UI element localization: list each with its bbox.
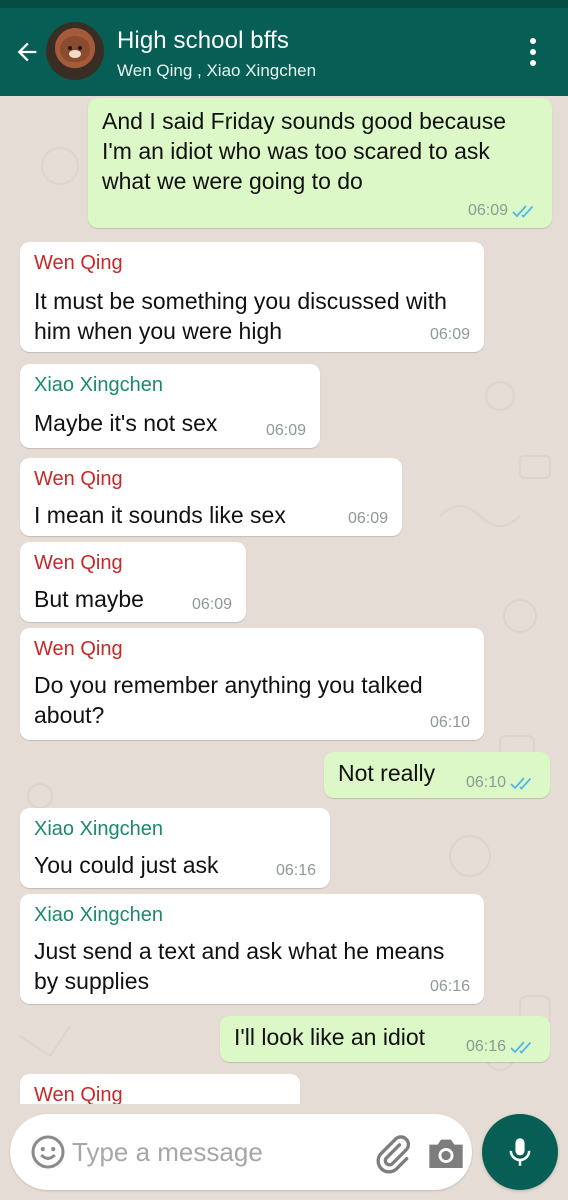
message-bubble-incoming[interactable]: Wen Qing It must be something you discus… [20, 242, 484, 352]
mic-button[interactable] [482, 1114, 558, 1190]
sender-name[interactable]: Wen Qing [34, 550, 232, 576]
chat-title[interactable]: High school bffs [117, 27, 289, 55]
sender-name[interactable]: Wen Qing [34, 1082, 286, 1104]
message-bubble-incoming[interactable]: Wen Qing I mean it sounds like sex 06:09 [20, 458, 402, 536]
message-meta: 06:09 [348, 510, 388, 528]
message-bubble-incoming[interactable]: Xiao Xingchen You could just ask 06:16 [20, 808, 330, 888]
group-avatar[interactable] [46, 22, 104, 80]
message-time: 06:09 [467, 202, 508, 219]
message-text: Just send a text and ask what he means b… [34, 938, 445, 994]
status-bar [0, 0, 568, 8]
message-bubble-outgoing[interactable]: And I said Friday sounds good because I'… [88, 98, 552, 228]
more-options-button[interactable] [518, 34, 548, 70]
chat-participants[interactable]: Wen Qing , Xiao Xingchen [117, 61, 316, 81]
message-meta: 06:09 [468, 202, 538, 220]
message-time: 06:09 [191, 596, 232, 613]
message-time: 06:09 [265, 422, 306, 439]
message-list[interactable]: And I said Friday sounds good because I'… [0, 96, 568, 1104]
message-bubble-outgoing[interactable]: I'll look like an idiot 06:16 [220, 1016, 550, 1062]
arrow-left-icon [17, 42, 37, 62]
message-bubble-outgoing[interactable]: Not really 06:10 [324, 752, 550, 798]
sender-name[interactable]: Xiao Xingchen [34, 372, 306, 398]
message-time: 06:16 [275, 862, 316, 879]
message-text: You could just ask [34, 852, 219, 878]
message-time: 06:16 [465, 1038, 506, 1055]
camera-icon[interactable] [426, 1136, 466, 1170]
sender-name[interactable]: Xiao Xingchen [34, 816, 316, 842]
back-button[interactable] [8, 32, 46, 72]
message-text: It must be something you discussed with … [34, 288, 447, 344]
message-meta: 06:09 [266, 422, 306, 440]
message-bubble-incoming[interactable]: Wen Qing But maybe 06:09 [20, 542, 246, 622]
message-time: 06:16 [429, 978, 470, 995]
read-ticks-icon [510, 1041, 532, 1054]
message-meta: 06:16 [430, 978, 470, 996]
read-ticks-icon [510, 777, 532, 790]
message-time: 06:10 [429, 714, 470, 731]
sender-name[interactable]: Wen Qing [34, 466, 388, 492]
sender-name[interactable]: Wen Qing [34, 250, 470, 276]
message-meta: 06:09 [430, 326, 470, 344]
message-meta: 06:10 [466, 774, 536, 792]
sender-name[interactable]: Xiao Xingchen [34, 902, 470, 928]
message-meta: 06:10 [430, 714, 470, 732]
smiley-icon[interactable] [30, 1134, 66, 1170]
message-text: I mean it sounds like sex [34, 502, 286, 528]
more-vertical-icon [530, 38, 536, 44]
message-text: Do you remember anything you talked abou… [34, 672, 423, 728]
message-meta: 06:16 [466, 1038, 536, 1056]
message-time: 06:09 [429, 326, 470, 343]
message-bubble-incoming[interactable]: Xiao Xingchen Maybe it's not sex 06:09 [20, 364, 320, 448]
paperclip-icon[interactable] [372, 1134, 412, 1174]
message-bubble-incoming[interactable]: Wen Qing [20, 1074, 300, 1104]
sender-name[interactable]: Wen Qing [34, 636, 470, 662]
microphone-icon [509, 1138, 531, 1166]
message-text: And I said Friday sounds good because I'… [102, 108, 507, 194]
message-bubble-incoming[interactable]: Wen Qing Do you remember anything you ta… [20, 628, 484, 740]
message-input[interactable] [72, 1128, 352, 1176]
read-ticks-icon [512, 205, 534, 218]
message-composer [10, 1114, 472, 1190]
message-meta: 06:09 [192, 596, 232, 614]
chat-header: High school bffs Wen Qing , Xiao Xingche… [0, 8, 568, 96]
message-meta: 06:16 [276, 862, 316, 880]
message-time: 06:09 [347, 510, 388, 527]
message-time: 06:10 [465, 774, 506, 791]
message-bubble-incoming[interactable]: Xiao Xingchen Just send a text and ask w… [20, 894, 484, 1004]
